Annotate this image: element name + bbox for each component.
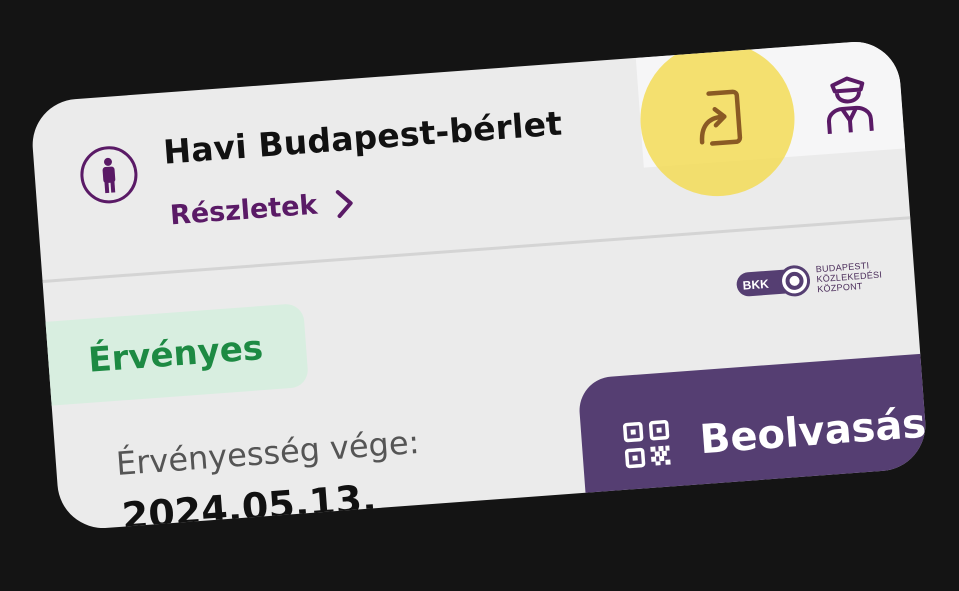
status-text: Érvényes (87, 328, 265, 381)
status-badge: Érvényes (35, 302, 309, 407)
validity-label: Érvényesség vége: (114, 422, 421, 484)
bkk-logo-mark: BKK (736, 265, 811, 297)
transfer-icon (699, 89, 743, 146)
ticket-inspector-icon (826, 76, 874, 135)
qr-code-icon (623, 420, 671, 469)
person-icon (80, 146, 138, 204)
bkk-logo-text: BUDAPESTI KÖZLEKEDÉSI KÖZPONT (815, 260, 883, 295)
details-link[interactable]: Részletek (169, 187, 354, 231)
svg-text:BKK: BKK (742, 277, 769, 293)
scan-label: Beolvasás (698, 400, 928, 464)
passenger-type-badge (77, 143, 141, 207)
pass-title: Havi Budapest-bérlet (162, 103, 564, 172)
details-label: Részletek (168, 189, 319, 232)
bkk-logo: BKK BUDAPESTI KÖZLEKEDÉSI KÖZPONT (734, 258, 884, 301)
transfer-button[interactable] (685, 85, 751, 151)
chevron-right-icon (335, 189, 353, 218)
ticket-inspector-button[interactable] (816, 70, 883, 140)
scan-button[interactable]: Beolvasás (577, 351, 929, 519)
pass-card: Havi Budapest-bérlet Részletek BKK BUDAP… (29, 38, 929, 532)
validity-date: 2024.05.13. (120, 476, 378, 532)
